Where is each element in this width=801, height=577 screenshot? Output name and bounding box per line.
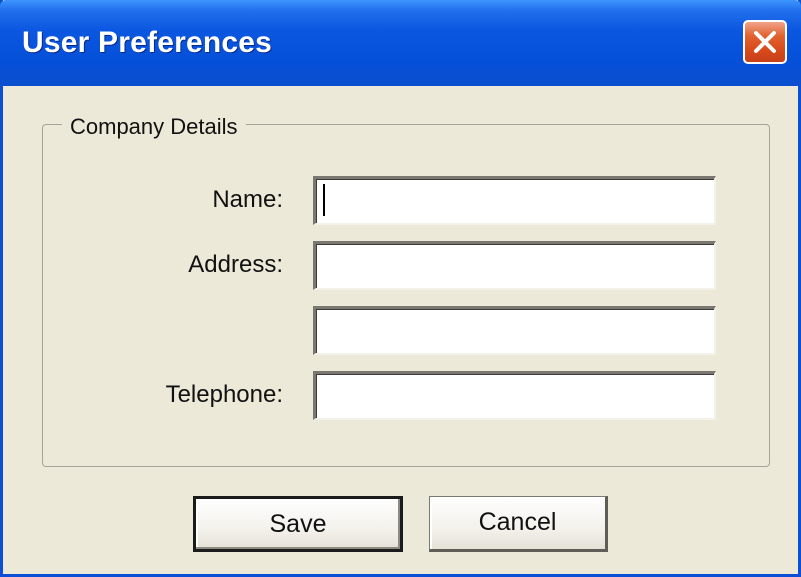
address-line2-input[interactable] [313, 306, 716, 355]
address-line1-input[interactable] [313, 241, 716, 290]
window-title: User Preferences [22, 26, 273, 59]
name-input[interactable] [313, 176, 716, 225]
group-legend: Company Details [62, 114, 246, 140]
close-x-icon [754, 31, 776, 53]
address-label: Address: [188, 251, 283, 278]
telephone-label: Telephone: [165, 381, 283, 408]
save-button[interactable]: Save [193, 496, 403, 552]
name-label: Name: [212, 186, 283, 213]
title-bar[interactable]: User Preferences [0, 0, 801, 86]
text-caret [323, 184, 325, 216]
cancel-button[interactable]: Cancel [429, 496, 608, 552]
close-button[interactable] [743, 20, 787, 64]
telephone-input[interactable] [313, 371, 716, 420]
